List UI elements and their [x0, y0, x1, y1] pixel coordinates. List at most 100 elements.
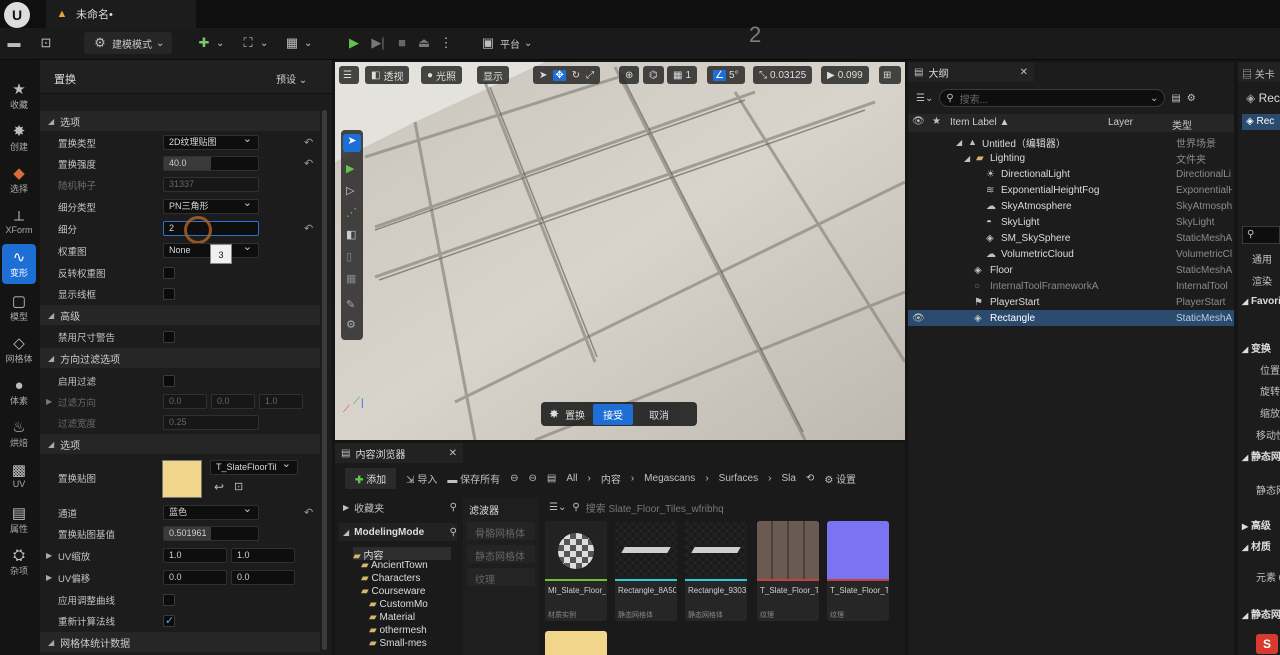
recompute-normals-checkbox[interactable]	[163, 614, 175, 627]
element-0-row[interactable]: 元素 0	[1256, 569, 1280, 584]
gear-icon[interactable]: ⚙	[1187, 93, 1196, 104]
uv-scale-x-field[interactable]: 1.0	[163, 548, 227, 563]
perspective-button[interactable]: ◧ 透视	[365, 66, 410, 84]
filter-icon[interactable]: ☰⌄	[916, 93, 933, 104]
stop-button[interactable]: ■	[394, 32, 410, 54]
level-tab[interactable]: ▲ 未命名•	[46, 0, 196, 28]
filter-rendering[interactable]: 渲染	[1252, 273, 1272, 288]
blueprint-button[interactable]: ⛶ ⌄	[240, 32, 268, 54]
settings-tool-icon[interactable]: ⚙	[346, 318, 356, 331]
location-row[interactable]: 位置	[1260, 362, 1280, 377]
scale-snap-button[interactable]: ⤡ 0.03125	[753, 66, 813, 84]
scale-icon[interactable]: ⤢	[586, 70, 594, 81]
breadcrumb-megascans[interactable]: Megascans	[644, 473, 695, 484]
texture-thumbnail[interactable]	[162, 460, 202, 498]
tree-item[interactable]: ▰ Courseware	[361, 586, 425, 599]
reset-icon[interactable]: ↶	[304, 136, 313, 149]
uv-offset-y-field[interactable]: 0.0	[231, 570, 295, 585]
filter-width-field[interactable]: 0.25	[163, 415, 259, 430]
outliner-row[interactable]: ◢ ▲ Untitled（编辑器） 世界场景	[908, 134, 1234, 150]
expand-icon[interactable]: ▶	[46, 573, 52, 582]
subdiv-type-dropdown[interactable]: PN三角形	[163, 197, 259, 214]
outliner-row[interactable]: ☁ SkyAtmosphere SkyAtmosph	[908, 198, 1234, 214]
play-button[interactable]: ▶	[346, 32, 362, 54]
tree-item[interactable]: ▰ Small-mes	[369, 638, 427, 651]
tree-item[interactable]: ▰ Material	[369, 612, 415, 625]
section-direction-filter[interactable]: ◢ 方向过滤选项	[40, 348, 322, 368]
section-mesh-stats[interactable]: ◢ 网格体统计数据	[40, 632, 322, 652]
section-advanced[interactable]: ◢ 高级	[40, 305, 322, 325]
mode-voxel[interactable]: ● 体素	[2, 372, 36, 412]
maximize-viewport-button[interactable]: ⊞	[879, 66, 901, 84]
filter-dir-y-field[interactable]: 0.0	[211, 394, 255, 409]
tree-item[interactable]: ▰ Characters	[361, 573, 420, 586]
import-button[interactable]: ⇲ 导入	[406, 471, 437, 486]
browse-button[interactable]: ⊡	[38, 32, 54, 54]
filter-general[interactable]: 通用	[1252, 251, 1272, 266]
section-favorites[interactable]: ◢ Favori	[1242, 296, 1280, 307]
outliner-row[interactable]: ○ InternalToolFrameworkA InternalTool	[908, 278, 1234, 294]
accept-button[interactable]: 接受	[593, 403, 634, 425]
tree-item[interactable]: ▰ othermesh	[369, 625, 427, 638]
pin-column-icon[interactable]: ★	[932, 116, 941, 127]
rotation-row[interactable]: 旋转	[1260, 383, 1280, 398]
platform-button[interactable]: ▣ 平台 ⌄	[480, 32, 533, 54]
seed-field[interactable]: 31337	[163, 177, 259, 192]
asset-tile-partial[interactable]	[545, 631, 607, 655]
details-search[interactable]: ⚲	[1242, 226, 1280, 244]
grid-tool-icon[interactable]: ▦	[346, 272, 356, 285]
asset-tile[interactable]: MI_Slate_Floor_Tiles_ 材质实例	[545, 521, 607, 621]
displace-map-dropdown[interactable]: T_SlateFloorTil	[210, 458, 298, 475]
panel-scrollbar-thumb[interactable]	[322, 110, 327, 650]
angle-snap-button[interactable]: ∠ 5°	[707, 66, 745, 84]
mode-favorites[interactable]: ★ 收藏	[2, 76, 36, 116]
breadcrumb-all[interactable]: All	[566, 473, 577, 484]
tree-item[interactable]: ▰ 内容	[353, 547, 451, 562]
tree-item[interactable]: ▰ AncientTown	[361, 560, 428, 573]
disable-size-warning-checkbox[interactable]	[163, 330, 175, 343]
outliner-row[interactable]: ☁ VolumetricCloud VolumetricCl	[908, 246, 1234, 262]
favorites-header[interactable]: ▶ 收藏夹 ⚲	[339, 498, 457, 516]
play-options-button[interactable]: ⋮	[438, 32, 454, 54]
search-icon[interactable]: ⚲	[450, 527, 457, 538]
move-icon[interactable]: ✥	[553, 69, 566, 81]
mode-model[interactable]: ▢ 模型	[2, 288, 36, 328]
mode-xform[interactable]: ⟂ XForm	[2, 202, 36, 242]
outliner-row[interactable]: ≋ ExponentialHeightFog ExponentialH	[908, 182, 1234, 198]
static-mesh-row[interactable]: 静态网	[1256, 482, 1280, 497]
section-advanced[interactable]: ▶ 高级	[1242, 517, 1271, 532]
breadcrumb-sla[interactable]: Sla	[781, 473, 795, 484]
use-selected-icon[interactable]: ↩	[214, 480, 224, 494]
outliner-row[interactable]: ◈ SM_SkySphere StaticMeshA	[908, 230, 1234, 246]
cinematics-button[interactable]: ▦ ⌄	[284, 32, 313, 54]
asset-tile[interactable]: Rectangle_9303BAAC 静态网格体	[685, 521, 747, 621]
outliner-row[interactable]: ◢ ▰ Lighting 文件夹	[908, 150, 1234, 166]
details-tab[interactable]: ▤ 关卡	[1238, 62, 1280, 82]
reset-icon[interactable]: ↶	[304, 222, 313, 235]
mode-misc[interactable]: ⛭ 杂项	[2, 542, 36, 582]
filter-static-mesh[interactable]: 静态网格体	[467, 545, 535, 563]
outliner-row[interactable]: ◓ SkyLight SkyLight	[908, 214, 1234, 230]
mode-bake[interactable]: ♨ 烘焙	[2, 414, 36, 454]
tree-item[interactable]: ▰ CustomMo	[369, 599, 453, 612]
close-icon[interactable]: ✕	[449, 448, 457, 459]
root-header[interactable]: ◢ ModelingMode ⚲	[339, 523, 457, 541]
mode-select[interactable]: ◆ 选择	[2, 160, 36, 200]
history-icon[interactable]: ⟲	[806, 473, 814, 484]
add-actor-button[interactable]: ✚ ⌄	[196, 32, 225, 54]
cube-tool-icon[interactable]: ◧	[346, 228, 356, 241]
add-button[interactable]: ✚ 添加	[345, 467, 397, 489]
layer-column[interactable]: Layer	[1108, 117, 1133, 128]
section-transform[interactable]: ◢ 变换	[1242, 340, 1271, 355]
expand-icon[interactable]: ▶	[46, 397, 52, 406]
filter-skeletal-mesh[interactable]: 骨骼网格体	[467, 522, 535, 540]
section-materials[interactable]: ◢ 材质	[1242, 538, 1271, 553]
unreal-logo[interactable]: U	[4, 2, 30, 28]
mode-create[interactable]: ✸ 创建	[2, 118, 36, 158]
save-button[interactable]: ▬	[6, 32, 22, 54]
section-static-mesh[interactable]: ◢ 静态网	[1242, 448, 1280, 463]
panel-tool-icon[interactable]: ▯	[346, 250, 352, 263]
component-row[interactable]: ◈ Rec	[1242, 114, 1280, 130]
cancel-button[interactable]: 取消	[639, 403, 680, 425]
settings-button[interactable]: ⚙ 设置	[824, 471, 856, 486]
